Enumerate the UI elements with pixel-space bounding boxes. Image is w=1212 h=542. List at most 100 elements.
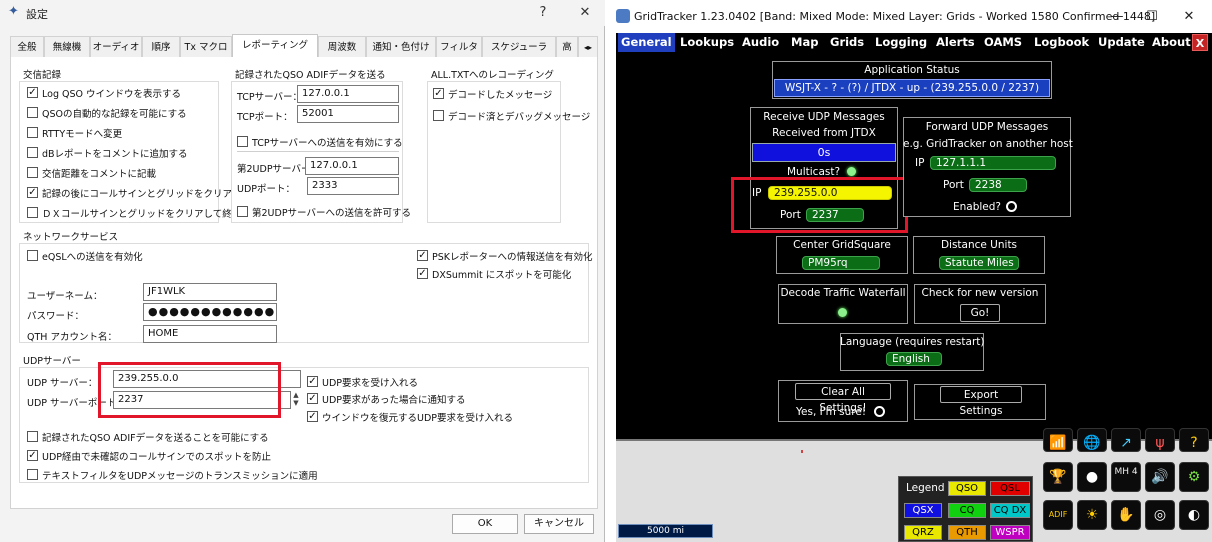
password-input[interactable]: ●●●●●●●●●●●● [143,303,277,321]
menu-about[interactable]: About [1152,35,1191,49]
menu-audio[interactable]: Audio [742,35,779,49]
legend-cq[interactable]: CQ [948,503,986,518]
ok-button[interactable]: OK [452,514,518,534]
enabled-toggle-icon[interactable] [1006,201,1017,212]
legend-qsl[interactable]: QSL [990,481,1030,496]
tab-filters[interactable]: フィルタ [436,36,482,58]
udp-restore-checkbox[interactable]: ウインドウを復元するUDP要求を受け入れる [307,410,513,424]
help-button[interactable]: ? [532,3,554,23]
prevent-spot-checkbox[interactable]: UDP経由で未確認のコールサインでのスポットを防止 [27,449,271,463]
settings-gear-icon[interactable]: ⚙ [1179,462,1209,492]
forward-ip-input[interactable]: 127.1.1.1 [930,156,1056,170]
menu-lookups[interactable]: Lookups [680,35,734,49]
menu-alerts[interactable]: Alerts [936,35,975,49]
tab-radio[interactable]: 無線機 [44,36,90,58]
globe-icon[interactable]: 🌐 [1077,428,1107,452]
udp2-port-input[interactable]: 2333 [307,177,399,195]
legend-cq-dx[interactable]: CQ DX [990,503,1030,518]
ip-input[interactable]: 239.255.0.0 [768,186,892,200]
wireless-icon[interactable]: ψ [1145,428,1175,452]
tab-audio[interactable]: オーディオ [90,36,142,58]
multicast-led-icon[interactable] [847,167,856,176]
qth-input[interactable]: HOME [143,325,277,343]
dialog-titlebar[interactable]: ✦ 設定 ? ✕ [0,0,605,26]
log-qso-window-checkbox[interactable]: Log QSO ウインドウを表示する [27,86,181,100]
psk-reporter-checkbox[interactable]: PSKレポーターへの情報送信を有効化 [417,249,593,263]
udp2-server-input[interactable]: 127.0.0.1 [305,157,399,175]
adif-icon[interactable]: ADIF [1043,500,1073,530]
tcp-server-input[interactable]: 127.0.0.1 [297,85,399,103]
cancel-button[interactable]: キャンセル [524,514,594,534]
distance-units-select[interactable]: Statute Miles [939,256,1019,270]
go-button[interactable]: Go! [960,304,1000,322]
tab-reporting[interactable]: レポーティング [232,34,318,59]
legend-qso[interactable]: QSO [948,481,986,496]
gt-close-button[interactable]: ✕ [1176,6,1202,28]
menu-grids[interactable]: Grids [830,35,864,49]
rtty-mode-checkbox[interactable]: RTTYモードへ変更 [27,126,122,140]
radar-icon[interactable]: ◐ [1179,500,1209,530]
menu-logging[interactable]: Logging [875,35,927,49]
signal-icon[interactable]: 📶 [1043,428,1073,452]
close-button[interactable]: ✕ [574,3,596,23]
dxsummit-checkbox[interactable]: DXSummit にスポットを可能化 [417,267,571,281]
tab-scheduler[interactable]: スケジューラ [482,36,556,58]
tab-tx-macros[interactable]: Tx マクロ [180,36,232,58]
adif-enable-checkbox[interactable]: 記録されたQSO ADIFデータを送ることを可能にする [27,430,269,444]
username-input[interactable]: JF1WLK [143,283,277,301]
menu-update[interactable]: Update [1098,35,1145,49]
udp-notify-checkbox[interactable]: UDP要求があった場合に通知する [307,392,466,406]
minimize-button[interactable]: — [1104,6,1130,28]
auto-log-checkbox[interactable]: QSOの自動的な記録を可能にする [27,106,187,120]
help-icon[interactable]: ? [1179,428,1209,452]
udp2-enable-checkbox[interactable]: 第2UDPサーバーへの送信を許可する [237,205,411,219]
udp-accept-checkbox[interactable]: UDP要求を受け入れる [307,375,418,389]
gt-titlebar[interactable]: GridTracker 1.23.0402 [Band: Mixed Mode:… [606,0,1212,33]
legend-qth[interactable]: QTH [948,525,986,540]
udp-port-stepper[interactable]: ▲ ▼ [291,391,301,409]
clear-after-log-checkbox[interactable]: 記録の後にコールサインとグリッドをクリアする [27,186,251,200]
menu-oams[interactable]: OAMS [984,35,1022,49]
donate-icon[interactable]: ✋ [1111,500,1141,530]
antenna-icon[interactable]: ↗ [1111,428,1141,452]
decoded-messages-checkbox[interactable]: デコードしたメッセージ [433,87,552,101]
tab-general[interactable]: 全般 [10,36,44,58]
debug-messages-checkbox[interactable]: デコード済とデバッグメッセージ [433,109,590,123]
export-settings-button[interactable]: Export Settings [940,386,1022,417]
speaker-icon[interactable]: 🔊 [1145,462,1175,492]
distance-comment-checkbox[interactable]: 交信距離をコメントに記載 [27,166,156,180]
legend-wspr[interactable]: WSPR [990,525,1030,540]
menu-logbook[interactable]: Logbook [1034,35,1089,49]
menu-close-button[interactable]: X [1192,34,1208,51]
tab-advanced[interactable]: 高 [556,36,578,58]
menu-map[interactable]: Map [791,35,818,49]
moon-icon[interactable]: ● [1077,462,1107,492]
sure-toggle-icon[interactable] [874,406,885,417]
maximize-button[interactable]: ☐ [1139,6,1165,28]
udp-server-input[interactable]: 239.255.0.0 [113,370,301,388]
network-globe-icon[interactable]: ◎ [1145,500,1175,530]
port-input[interactable]: 2237 [806,208,864,222]
textfilter-checkbox[interactable]: テキストフィルタをUDPメッセージのトランスミッションに適用 [27,468,318,482]
mh-icon[interactable]: MH 4 [1111,462,1141,492]
tcp-enable-checkbox[interactable]: TCPサーバーへの送信を有効にする [237,135,403,149]
tab-notifications[interactable]: 通知・色付け [366,36,436,58]
center-grid-input[interactable]: PM95rq [802,256,880,270]
forward-port-input[interactable]: 2238 [969,178,1027,192]
db-report-checkbox[interactable]: dBレポートをコメントに追加する [27,146,188,160]
menu-general[interactable]: General [618,33,675,52]
eqsl-checkbox[interactable]: eQSLへの送信を有効化 [27,249,143,263]
language-select[interactable]: English [886,352,942,366]
legend-qsx[interactable]: QSX [904,503,942,518]
tab-scroll-icon[interactable]: ◂▸ [578,36,598,58]
clear-dx-exit-checkbox[interactable]: ＤＸコールサインとグリッドをクリアして終了 [27,206,241,220]
legend-qrz[interactable]: QRZ [904,525,942,540]
tab-frequencies[interactable]: 周波数 [318,36,366,58]
clear-settings-button[interactable]: Clear All Settings! [795,383,891,414]
trophy-icon[interactable]: 🏆 [1043,462,1073,492]
sun-icon[interactable]: ☀ [1077,500,1107,530]
tab-sequence[interactable]: 順序 [142,36,180,58]
decode-waterfall-led-icon[interactable] [838,308,847,317]
tcp-port-input[interactable]: 52001 [297,105,399,123]
udp-port-input[interactable]: 2237 [113,391,291,409]
